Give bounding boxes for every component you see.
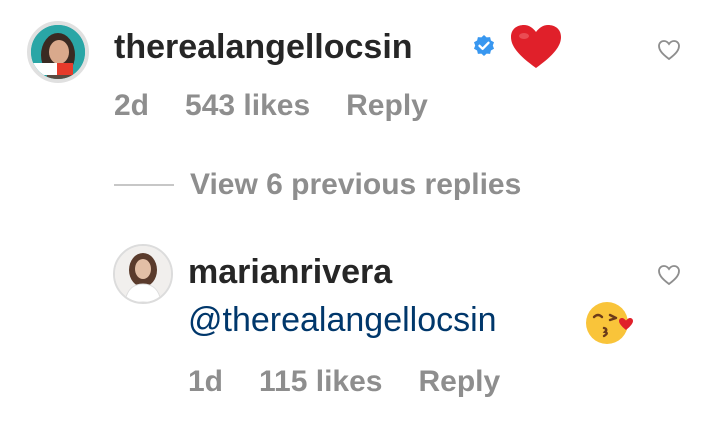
comment-username[interactable]: marianrivera — [188, 252, 392, 292]
comment-likes-count[interactable]: 543 likes — [185, 88, 310, 124]
avatar-image — [31, 25, 85, 79]
replies-divider-line — [114, 184, 174, 186]
comment-mention-link[interactable]: @therealangellocsin — [188, 300, 497, 340]
view-replies-label[interactable]: View 6 previous replies — [190, 167, 521, 203]
comment-meta: 2d 543 likes Reply — [114, 88, 428, 124]
reply-button[interactable]: Reply — [346, 88, 428, 124]
user-avatar[interactable] — [113, 244, 173, 304]
comment-item: therealangellocsin 2d 543 likes Reply — [0, 0, 720, 150]
user-avatar[interactable] — [27, 21, 89, 83]
avatar-image — [115, 246, 171, 302]
red-heart-emoji-icon — [511, 25, 561, 68]
verified-badge-icon — [474, 35, 494, 56]
comment-timestamp: 2d — [114, 89, 150, 122]
comment-meta: 1d 115 likes Reply — [188, 364, 500, 400]
reply-item: marianrivera @therealangellocsin 1d 115 … — [0, 232, 720, 437]
reply-button[interactable]: Reply — [418, 364, 500, 400]
face-blowing-kiss-emoji-icon — [586, 302, 633, 344]
comment-likes-count[interactable]: 115 likes — [259, 364, 382, 400]
comment-username[interactable]: therealangellocsin — [114, 27, 413, 67]
like-heart-icon[interactable] — [657, 39, 681, 61]
comment-timestamp: 1d — [188, 365, 224, 398]
like-heart-icon[interactable] — [657, 264, 681, 286]
view-previous-replies[interactable]: View 6 previous replies — [114, 167, 521, 203]
